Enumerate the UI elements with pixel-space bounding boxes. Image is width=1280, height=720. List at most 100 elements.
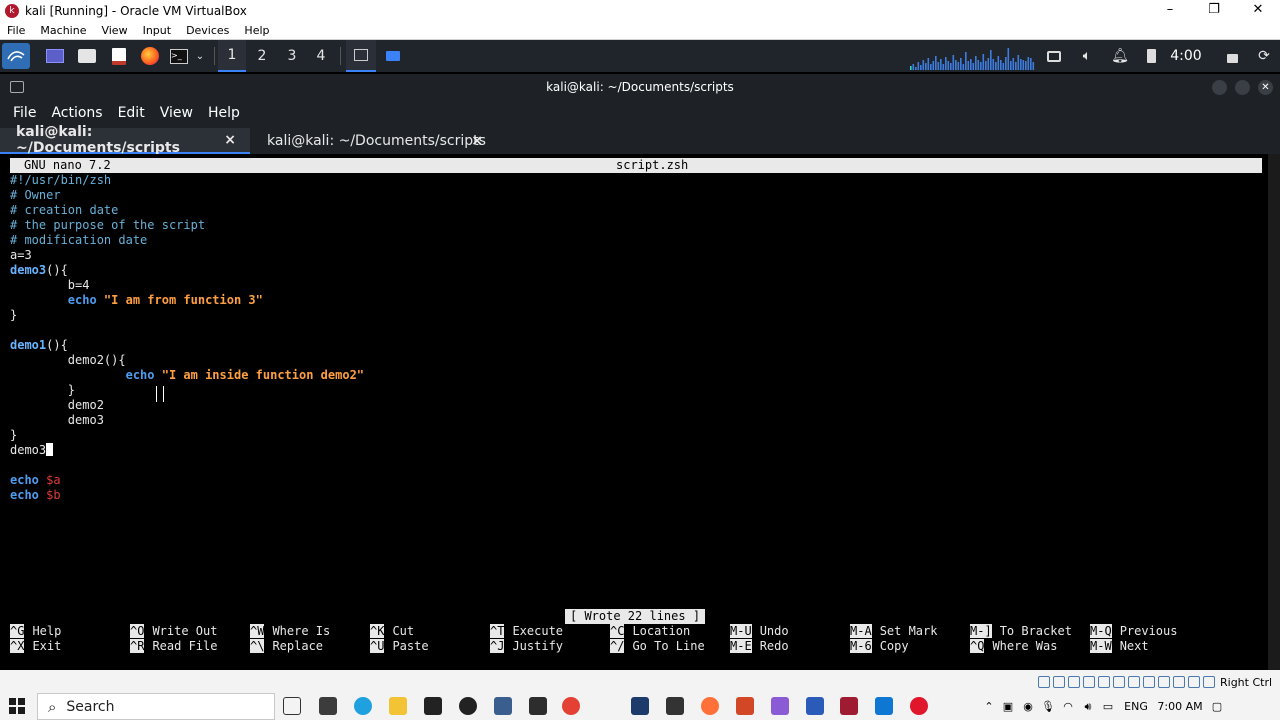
text-editor-icon[interactable]	[108, 40, 130, 72]
shortcut-item[interactable]: ^C Location	[610, 624, 690, 639]
virtualbox-icon[interactable]	[806, 697, 824, 715]
firefox-taskbar-icon[interactable]	[701, 697, 719, 715]
firefox-icon[interactable]	[139, 40, 161, 72]
workspace-3[interactable]: 3	[278, 40, 306, 72]
terminal-close-button[interactable]: ✕	[1258, 80, 1273, 95]
close-icon[interactable]: ×	[224, 132, 236, 148]
microphone-icon[interactable]: 🎙︎	[1038, 700, 1058, 713]
code-line: echo $a	[10, 473, 61, 488]
terminal-app-icon[interactable]	[666, 697, 684, 715]
taskbar-clock[interactable]: 7:00 AM	[1154, 700, 1206, 713]
desktop-icon[interactable]	[44, 40, 66, 72]
terminal-minimize-button[interactable]	[1212, 80, 1227, 95]
shortcut-item[interactable]: M-E Redo	[730, 639, 789, 654]
language-indicator[interactable]: ENG	[1118, 700, 1154, 713]
taskbar-files-icon[interactable]	[380, 40, 406, 72]
tray-app-icon[interactable]: ◉	[1018, 700, 1038, 713]
opera-icon[interactable]	[910, 697, 928, 715]
shortcut-label: Cut	[392, 624, 415, 638]
close-icon[interactable]: ×	[471, 133, 483, 149]
shortcut-item[interactable]: M-U Undo	[730, 624, 789, 639]
terminal-menu-view[interactable]: View	[160, 105, 193, 121]
menu-machine[interactable]: Machine	[33, 24, 94, 37]
menu-input[interactable]: Input	[136, 24, 179, 37]
notification-bell-icon[interactable]: 🔔︎	[1110, 40, 1130, 72]
menu-help[interactable]: Help	[237, 24, 277, 37]
nano-editor[interactable]: GNU nano 7.2 script.zsh #!/usr/bin/zsh #…	[0, 154, 1280, 670]
kali-menu-icon[interactable]	[2, 43, 30, 69]
terminal-maximize-button[interactable]	[1235, 80, 1250, 95]
menu-devices[interactable]: Devices	[179, 24, 237, 37]
lock-icon[interactable]	[1222, 40, 1242, 72]
network-icon[interactable]	[1044, 40, 1064, 72]
windows-start-icon[interactable]	[9, 698, 27, 716]
battery-icon[interactable]	[1142, 40, 1160, 72]
shortcut-item[interactable]: ^\ Replace	[250, 639, 323, 654]
widgets-icon[interactable]	[319, 697, 337, 715]
workspace-4[interactable]: 4	[307, 40, 335, 72]
notification-icon[interactable]: ▢	[1206, 700, 1228, 713]
battery-tray-icon[interactable]: ▭	[1098, 700, 1118, 713]
shortcut-item[interactable]: ^O Write Out	[130, 624, 217, 639]
shortcut-item[interactable]: ^K Cut	[370, 624, 414, 639]
app-icon[interactable]	[736, 697, 754, 715]
cpu-bar	[935, 56, 937, 70]
app-icon[interactable]	[840, 697, 858, 715]
tray-app-icon[interactable]: ▣	[998, 700, 1018, 713]
vscode-icon[interactable]	[875, 697, 893, 715]
tab-terminal-2[interactable]: kali@kali: ~/Documents/scripts ×	[251, 128, 497, 154]
chrome-icon[interactable]	[562, 697, 580, 715]
menu-view[interactable]: View	[94, 24, 135, 37]
terminal-scrollbar[interactable]	[1268, 154, 1280, 670]
terminal-menu-actions[interactable]: Actions	[51, 105, 102, 121]
terminal-launcher-icon[interactable]: >_	[168, 40, 190, 72]
terminal-menu-file[interactable]: File	[13, 105, 36, 121]
power-refresh-icon[interactable]: ⟳	[1252, 40, 1276, 72]
app-icon[interactable]	[494, 697, 512, 715]
app-icon[interactable]	[529, 697, 547, 715]
edge-icon[interactable]	[354, 697, 372, 715]
shortcut-item[interactable]: ^X Exit	[10, 639, 61, 654]
terminal-menu-edit[interactable]: Edit	[118, 105, 145, 121]
shortcut-item[interactable]: ^/ Go To Line	[610, 639, 705, 654]
shortcut-item[interactable]: M-A Set Mark	[850, 624, 937, 639]
wifi-icon[interactable]: ◠	[1058, 700, 1078, 713]
shortcut-item[interactable]: ^U Paste	[370, 639, 429, 654]
file-explorer-icon[interactable]	[389, 697, 407, 715]
shortcut-item[interactable]: M-] To Bracket	[970, 624, 1072, 639]
shortcut-item[interactable]: M-6 Copy	[850, 639, 909, 654]
workspace-1[interactable]: 1	[218, 40, 246, 72]
shortcut-key: ^O	[130, 624, 145, 638]
app-icon[interactable]	[771, 697, 789, 715]
shortcut-item[interactable]: ^Q Where Was	[970, 639, 1057, 654]
speaker-icon[interactable]: 🔊︎	[1078, 700, 1098, 714]
shortcut-item[interactable]: ^W Where Is	[250, 624, 330, 639]
workspace-2[interactable]: 2	[248, 40, 276, 72]
taskbar-terminal-icon[interactable]	[346, 40, 376, 72]
terminal-menu-help[interactable]: Help	[208, 105, 240, 121]
app-icon[interactable]	[424, 697, 442, 715]
shortcut-item[interactable]: ^T Execute	[490, 624, 563, 639]
chevron-up-icon[interactable]: ⌃	[980, 700, 998, 713]
files-icon[interactable]	[76, 40, 98, 72]
shortcut-item[interactable]: ^G Help	[10, 624, 61, 639]
obs-icon[interactable]	[459, 697, 477, 715]
chevron-down-icon[interactable]: ⌄	[192, 40, 208, 72]
panel-clock[interactable]: 4:00	[1166, 40, 1206, 72]
shortcut-item[interactable]: ^J Justify	[490, 639, 563, 654]
minimize-button[interactable]: –	[1148, 0, 1192, 22]
shortcut-item[interactable]: M-W Next	[1090, 639, 1149, 654]
restore-button[interactable]: ❐	[1192, 0, 1236, 22]
cpu-bar	[910, 66, 912, 70]
cpu-bar	[985, 61, 987, 70]
close-button[interactable]: ✕	[1236, 0, 1280, 22]
volume-icon[interactable]: 🔈︎	[1076, 40, 1098, 72]
menu-file[interactable]: File	[0, 24, 33, 37]
shortcut-key: ^R	[130, 639, 145, 653]
tab-terminal-1[interactable]: kali@kali: ~/Documents/scripts ×	[0, 124, 250, 156]
search-box[interactable]: ⌕ Search	[37, 693, 275, 720]
app-icon[interactable]	[631, 697, 649, 715]
task-view-icon[interactable]	[283, 697, 301, 715]
shortcut-item[interactable]: ^R Read File	[130, 639, 217, 654]
shortcut-item[interactable]: M-Q Previous	[1090, 624, 1177, 639]
